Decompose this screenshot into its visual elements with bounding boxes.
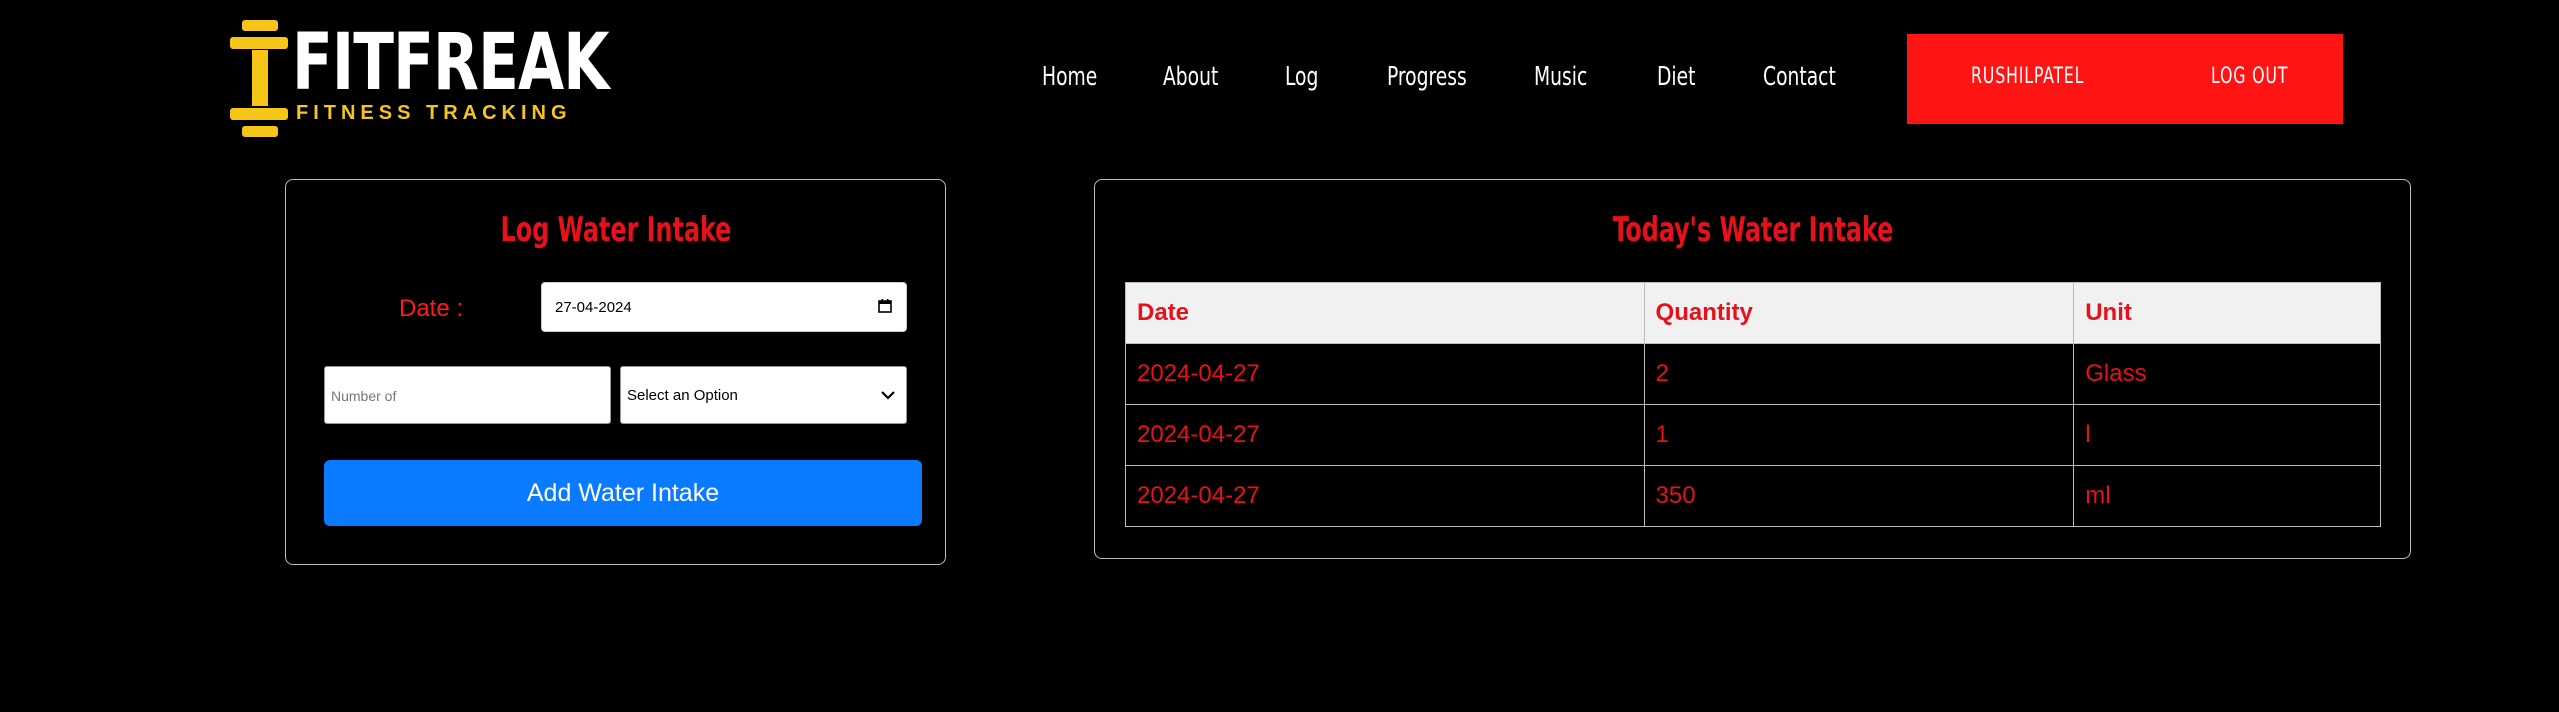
unit-select[interactable]: Select an Option [620,366,907,424]
cell-quantity: 350 [1643,465,2075,527]
cell-quantity: 2 [1643,343,2075,405]
table-row: 2024-04-27 1 l [1125,404,2381,466]
column-header-quantity: Quantity [1643,282,2075,344]
cell-unit: l [2073,404,2381,466]
nav-home[interactable]: Home [1042,62,1097,92]
nav-about[interactable]: About [1163,62,1218,92]
date-input[interactable]: 27-04-2024 [541,282,907,332]
table-header-row: Date Quantity Unit [1125,282,2381,344]
cell-unit: ml [2073,465,2381,527]
nav-log[interactable]: Log [1285,62,1318,92]
cell-unit: Glass [2073,343,2381,405]
cell-date: 2024-04-27 [1125,465,1645,527]
dumbbell-icon [230,20,288,137]
quantity-input[interactable]: Number of [324,366,611,424]
table-row: 2024-04-27 350 ml [1125,465,2381,527]
add-water-intake-button[interactable]: Add Water Intake [324,460,922,526]
brand-logo[interactable]: FITFREAK FITNESS TRACKING [230,20,610,140]
column-header-date: Date [1125,282,1645,344]
logout-button[interactable]: LOG OUT [2211,64,2288,89]
chevron-down-icon [881,391,895,400]
cell-quantity: 1 [1643,404,2075,466]
intake-table: Date Quantity Unit 2024-04-27 2 Glass 20… [1125,282,2381,527]
date-value: 27-04-2024 [555,299,632,316]
unit-select-value: Select an Option [627,387,738,404]
quantity-placeholder: Number of [331,388,397,404]
nav-music[interactable]: Music [1534,62,1587,92]
user-menu: RUSHILPATEL LOG OUT [1907,34,2343,124]
nav-progress[interactable]: Progress [1387,62,1467,92]
log-water-panel: Log Water Intake Date : 27-04-2024 Numbe… [285,179,946,565]
log-water-title: Log Water Intake [500,210,731,250]
cell-date: 2024-04-27 [1125,343,1645,405]
calendar-icon[interactable] [878,299,892,313]
username-link[interactable]: RUSHILPATEL [1971,64,2084,89]
nav-contact[interactable]: Contact [1763,62,1836,92]
date-label: Date : [399,295,464,322]
nav-diet[interactable]: Diet [1657,62,1695,92]
brand-tagline: FITNESS TRACKING [296,102,572,124]
column-header-unit: Unit [2073,282,2381,344]
todays-intake-panel: Today's Water Intake Date Quantity Unit … [1094,179,2411,559]
brand-name: FITFREAK [292,18,610,108]
cell-date: 2024-04-27 [1125,404,1645,466]
todays-intake-title: Today's Water Intake [1612,210,1893,250]
table-row: 2024-04-27 2 Glass [1125,343,2381,405]
